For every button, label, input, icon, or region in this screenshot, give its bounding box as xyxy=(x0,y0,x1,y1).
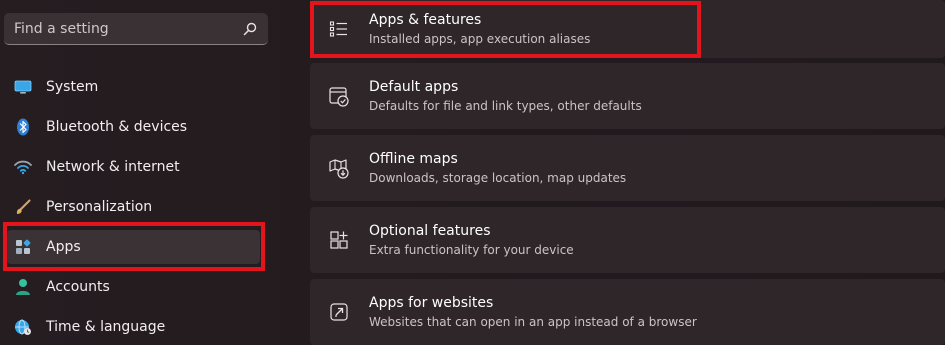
card-subtitle: Websites that can open in an app instead… xyxy=(369,315,697,329)
map-download-icon xyxy=(328,157,350,179)
main-content: Apps & features Installed apps, app exec… xyxy=(310,0,945,345)
search-box[interactable]: Find a setting xyxy=(4,13,268,45)
apps-icon xyxy=(14,238,32,256)
sidebar-item-personalization[interactable]: Personalization xyxy=(0,187,290,227)
card-title: Apps for websites xyxy=(369,295,494,311)
person-icon xyxy=(14,278,32,296)
list-icon xyxy=(328,18,350,40)
sidebar-item-system[interactable]: System xyxy=(0,67,290,107)
wifi-icon xyxy=(14,158,32,176)
optional-features-card[interactable]: Optional features Extra functionality fo… xyxy=(310,207,945,273)
sidebar-item-label: Network & internet xyxy=(46,159,180,175)
card-subtitle: Defaults for file and link types, other … xyxy=(369,99,642,113)
settings-window: Find a setting System Bluetooth & device… xyxy=(0,0,945,345)
open-external-icon xyxy=(328,301,350,323)
card-title: Default apps xyxy=(369,79,459,95)
sidebar-item-label: Apps xyxy=(46,239,81,255)
paintbrush-icon xyxy=(14,198,32,216)
card-subtitle: Extra functionality for your device xyxy=(369,243,574,257)
default-apps-icon xyxy=(328,85,350,107)
card-title: Offline maps xyxy=(369,151,458,167)
card-title: Optional features xyxy=(369,223,491,239)
sidebar-item-bluetooth[interactable]: Bluetooth & devices xyxy=(0,107,290,147)
sidebar-nav: System Bluetooth & devices Network & int… xyxy=(0,67,290,345)
globe-clock-icon xyxy=(14,318,32,336)
search-icon[interactable] xyxy=(242,21,258,37)
apps-for-websites-card[interactable]: Apps for websites Websites that can open… xyxy=(310,279,945,345)
sidebar-item-label: System xyxy=(46,79,99,95)
add-grid-icon xyxy=(328,229,350,251)
card-title: Apps & features xyxy=(369,12,482,28)
sidebar-item-label: Accounts xyxy=(46,279,110,295)
search-input[interactable]: Find a setting xyxy=(14,21,242,37)
apps-features-card[interactable]: Apps & features Installed apps, app exec… xyxy=(310,0,945,58)
sidebar-item-label: Personalization xyxy=(46,199,153,215)
sidebar-item-label: Time & language xyxy=(46,319,166,335)
sidebar: Find a setting System Bluetooth & device… xyxy=(0,0,290,345)
sidebar-item-accounts[interactable]: Accounts xyxy=(0,267,290,307)
card-subtitle: Installed apps, app execution aliases xyxy=(369,32,591,46)
sidebar-item-time-language[interactable]: Time & language xyxy=(0,307,290,345)
default-apps-card[interactable]: Default apps Defaults for file and link … xyxy=(310,63,945,129)
sidebar-item-network[interactable]: Network & internet xyxy=(0,147,290,187)
bluetooth-icon xyxy=(14,118,32,136)
sidebar-item-label: Bluetooth & devices xyxy=(46,119,188,135)
system-monitor-icon xyxy=(14,78,32,96)
offline-maps-card[interactable]: Offline maps Downloads, storage location… xyxy=(310,135,945,201)
card-subtitle: Downloads, storage location, map updates xyxy=(369,171,627,185)
sidebar-item-apps[interactable]: Apps xyxy=(0,227,290,267)
